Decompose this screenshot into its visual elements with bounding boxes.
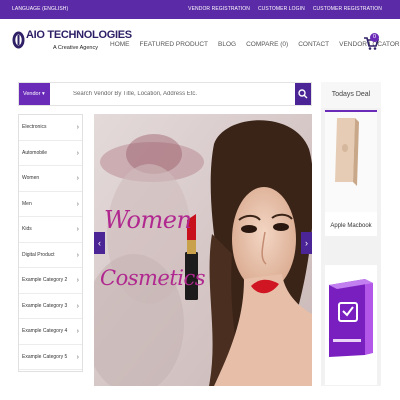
- customer-registration-link[interactable]: CUSTOMER REGISTRATION: [313, 6, 382, 12]
- todays-deal-title: Todays Deal: [321, 82, 381, 108]
- category-item[interactable]: Electronics ›: [19, 115, 82, 141]
- category-label: Example Category 5: [22, 353, 68, 360]
- nav-contact[interactable]: CONTACT: [298, 41, 329, 48]
- deal-item-name[interactable]: Apple Macbook: [325, 223, 377, 229]
- logo-icon[interactable]: [12, 31, 25, 49]
- vendor-dropdown[interactable]: Vendor ▾: [19, 83, 50, 105]
- hero-banner-image: [94, 114, 312, 386]
- deal-card[interactable]: Apple Macbook: [325, 110, 377, 236]
- cart-count-badge: 0: [370, 33, 379, 42]
- chevron-right-icon: ›: [76, 277, 79, 284]
- nav-home[interactable]: HOME: [110, 41, 130, 48]
- category-item[interactable]: Women ›: [19, 166, 82, 192]
- todays-deal-panel: Todays Deal Apple Macbook: [321, 82, 381, 386]
- category-item[interactable]: Kids ›: [19, 217, 82, 243]
- category-item[interactable]: Example Category 4 ›: [19, 319, 82, 345]
- brand-subtitle: A Creative Agency: [53, 45, 98, 51]
- search-button[interactable]: [295, 83, 311, 105]
- category-item[interactable]: Example Category 2 ›: [19, 268, 82, 294]
- category-label: Example Category 2: [22, 277, 68, 283]
- chevron-right-icon: ›: [76, 302, 79, 310]
- search-input[interactable]: [53, 83, 293, 105]
- software-box-image: [325, 265, 377, 385]
- nav-blog[interactable]: BLOG: [218, 41, 236, 48]
- category-label: Electronics: [22, 124, 47, 130]
- brand-title[interactable]: AIO TECHNOLOGIES: [26, 29, 132, 41]
- category-menu: Electronics › Automobile › Women › Men › Kid…: [18, 114, 83, 372]
- chevron-right-icon: ›: [76, 175, 79, 182]
- slider-subheading: Cosmetics: [100, 266, 206, 290]
- deal-card[interactable]: [325, 265, 377, 385]
- category-label: Digital Product: [22, 251, 55, 258]
- vendor-registration-link[interactable]: VENDOR REGISTRATION: [188, 6, 250, 12]
- search-icon: [298, 89, 308, 99]
- language-selector[interactable]: LANGUAGE (ENGLISH): [12, 6, 68, 12]
- category-label: Kids: [22, 226, 32, 232]
- category-item[interactable]: Men ›: [19, 192, 82, 217]
- header: AIO TECHNOLOGIES A Creative Agency HOME …: [0, 19, 400, 75]
- search-bar: Vendor ▾: [18, 82, 312, 106]
- category-item[interactable]: Automobile ›: [19, 141, 82, 166]
- nav-compare[interactable]: COMPARE (0): [246, 41, 288, 48]
- slider-prev-button[interactable]: ‹: [94, 232, 105, 254]
- category-item[interactable]: Digital Product ›: [19, 243, 82, 268]
- macbook-image: [325, 112, 377, 212]
- category-label: Men: [22, 200, 32, 207]
- top-bar: LANGUAGE (ENGLISH) VENDOR REGISTRATION C…: [0, 0, 400, 19]
- chevron-right-icon: ›: [76, 251, 79, 259]
- category-label: Automobile: [22, 149, 48, 156]
- top-links: VENDOR REGISTRATION CUSTOMER LOGIN CUSTO…: [188, 6, 382, 12]
- chevron-left-icon: ‹: [98, 238, 101, 248]
- nav-featured-product[interactable]: FEATURED PRODUCT: [140, 41, 209, 48]
- chevron-right-icon: ›: [305, 238, 308, 248]
- slider-next-button[interactable]: ›: [301, 232, 312, 254]
- chevron-right-icon: ›: [76, 226, 79, 233]
- chevron-right-icon: ›: [76, 200, 79, 208]
- category-label: Example Category 4: [22, 328, 68, 334]
- chevron-right-icon: ›: [76, 328, 79, 335]
- category-label: Women: [22, 175, 40, 181]
- customer-login-link[interactable]: CUSTOMER LOGIN: [258, 6, 305, 12]
- category-item[interactable]: Example Category 5 ›: [19, 345, 82, 370]
- chevron-right-icon: ›: [76, 149, 79, 157]
- category-label: Example Category 3: [22, 302, 68, 309]
- page: LANGUAGE (ENGLISH) VENDOR REGISTRATION C…: [0, 0, 400, 400]
- hero-slider[interactable]: Women Cosmetics ‹ ›: [94, 114, 312, 386]
- chevron-right-icon: ›: [76, 353, 79, 361]
- category-item[interactable]: Example Category 3 ›: [19, 294, 82, 319]
- slider-heading: Women: [104, 206, 192, 234]
- main-nav: HOME FEATURED PRODUCT BLOG COMPARE (0) C…: [110, 41, 400, 48]
- chevron-right-icon: ›: [76, 124, 79, 131]
